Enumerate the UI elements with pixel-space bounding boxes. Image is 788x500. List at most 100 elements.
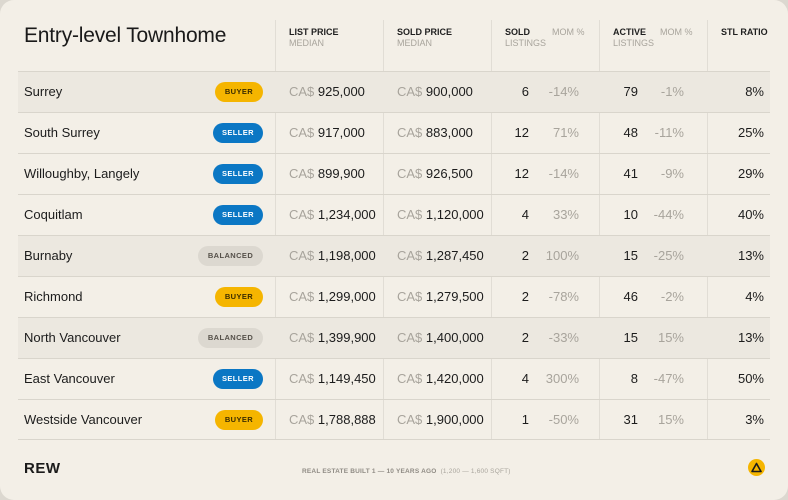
data-table: Surrey BUYER CA$ 925,000 CA$ 900,000 6 -… — [18, 71, 770, 440]
header-active-label: ACTIVE — [613, 27, 647, 37]
table-row: Westside Vancouver BUYER CA$ 1,788,888 C… — [18, 399, 770, 440]
currency-label: CA$ — [289, 330, 315, 345]
sold-price: CA$ 1,120,000 — [397, 195, 484, 234]
stl-ratio: 8% — [745, 84, 764, 99]
city-name: Burnaby — [24, 248, 73, 263]
header-list-price-label: LIST PRICE — [289, 27, 339, 37]
sold-count: 2 — [521, 289, 529, 304]
list-price-value: 917,000 — [317, 125, 365, 140]
sold-mom: -78% — [548, 289, 579, 304]
active-count: 48 — [623, 125, 638, 140]
header-active-sub: LISTINGS — [613, 38, 655, 48]
market-badge: SELLER — [213, 164, 263, 184]
list-price-value: 1,234,000 — [317, 207, 376, 222]
sold-mom: 100% — [545, 248, 579, 263]
city-name: Surrey — [24, 84, 63, 99]
header-sold-price-sub: MEDIAN — [397, 38, 433, 48]
sold-price-value: 1,120,000 — [425, 207, 484, 222]
market-badge: SELLER — [213, 205, 263, 225]
sold-price: CA$ 926,500 — [397, 154, 473, 193]
list-price: CA$ 1,399,900 — [289, 318, 376, 357]
sold-price: CA$ 1,287,450 — [397, 236, 484, 275]
list-price-value: 899,900 — [317, 166, 365, 181]
currency-label: CA$ — [289, 166, 315, 181]
sold-price: CA$ 1,279,500 — [397, 277, 484, 316]
city-name: Coquitlam — [24, 207, 83, 222]
sold-price-value: 926,500 — [425, 166, 473, 181]
stl-ratio: 13% — [737, 248, 764, 263]
footer-note-bold: REAL ESTATE BUILT 1 — 10 YEARS AGO — [302, 468, 437, 475]
list-price: CA$ 917,000 — [289, 113, 365, 152]
market-badge: BUYER — [215, 82, 263, 102]
sold-count: 12 — [514, 166, 529, 181]
city-name: Westside Vancouver — [24, 412, 143, 427]
stl-ratio: 29% — [737, 166, 764, 181]
active-count: 41 — [623, 166, 638, 181]
list-price: CA$ 1,234,000 — [289, 195, 376, 234]
sold-price-value: 1,279,500 — [425, 289, 484, 304]
list-price: CA$ 925,000 — [289, 72, 365, 111]
currency-label: CA$ — [289, 289, 315, 304]
sold-price-value: 1,420,000 — [425, 371, 484, 386]
currency-label: CA$ — [289, 248, 315, 263]
table-row: Coquitlam SELLER CA$ 1,234,000 CA$ 1,120… — [18, 194, 770, 235]
triangle-glyph — [751, 462, 762, 473]
sold-price-value: 1,287,450 — [425, 248, 484, 263]
list-price-value: 1,198,000 — [317, 248, 376, 263]
townhome-card: Entry-level Townhome LIST PRICE MEDIAN S… — [0, 0, 788, 500]
currency-label: CA$ — [397, 371, 423, 386]
currency-label: CA$ — [289, 84, 315, 99]
header-sold-price-label: SOLD PRICE — [397, 27, 453, 37]
header-sold-mom: MOM % — [552, 27, 585, 37]
header-sold-price: SOLD PRICE MEDIAN — [397, 27, 452, 49]
sold-count: 4 — [521, 371, 529, 386]
list-price-value: 1,399,900 — [317, 330, 376, 345]
footer-note-light: (1,200 — 1,600 SQFT) — [440, 468, 511, 475]
currency-label: CA$ — [289, 412, 315, 427]
active-mom: -25% — [653, 248, 684, 263]
currency-label: CA$ — [397, 330, 423, 345]
list-price: CA$ 899,900 — [289, 154, 365, 193]
currency-label: CA$ — [397, 207, 423, 222]
sold-price: CA$ 1,900,000 — [397, 400, 484, 439]
list-price-value: 925,000 — [317, 84, 365, 99]
sold-price: CA$ 883,000 — [397, 113, 473, 152]
sold-count: 12 — [514, 125, 529, 140]
active-mom: -44% — [653, 207, 684, 222]
stl-ratio: 4% — [745, 289, 764, 304]
list-price: CA$ 1,149,450 — [289, 359, 376, 398]
sold-mom: 71% — [552, 125, 579, 140]
header-sold-label: SOLD — [505, 27, 531, 37]
city-name: South Surrey — [24, 125, 100, 140]
stl-ratio: 13% — [737, 330, 764, 345]
sold-mom: -33% — [548, 330, 579, 345]
active-mom: -1% — [660, 84, 684, 99]
sold-price: CA$ 1,420,000 — [397, 359, 484, 398]
market-badge: BUYER — [215, 287, 263, 307]
warning-triangle-icon — [748, 459, 765, 476]
stl-ratio: 50% — [737, 371, 764, 386]
table-row: Richmond BUYER CA$ 1,299,000 CA$ 1,279,5… — [18, 276, 770, 317]
sold-price-value: 883,000 — [425, 125, 473, 140]
table-row: East Vancouver SELLER CA$ 1,149,450 CA$ … — [18, 358, 770, 399]
currency-label: CA$ — [397, 289, 423, 304]
footer-note: REAL ESTATE BUILT 1 — 10 YEARS AGO (1,20… — [302, 468, 511, 475]
active-mom: -11% — [654, 125, 684, 140]
city-name: Richmond — [24, 289, 83, 304]
stl-ratio: 25% — [737, 125, 764, 140]
list-price: CA$ 1,788,888 — [289, 400, 376, 439]
active-mom: -9% — [660, 166, 684, 181]
currency-label: CA$ — [397, 248, 423, 263]
sold-count: 2 — [521, 248, 529, 263]
list-price-value: 1,149,450 — [317, 371, 376, 386]
list-price: CA$ 1,198,000 — [289, 236, 376, 275]
active-count: 10 — [623, 207, 638, 222]
rew-logo: REW — [24, 460, 61, 477]
active-count: 79 — [623, 84, 638, 99]
market-badge: SELLER — [213, 123, 263, 143]
active-count: 15 — [623, 330, 638, 345]
stl-ratio: 3% — [745, 412, 764, 427]
currency-label: CA$ — [289, 207, 315, 222]
sold-count: 2 — [521, 330, 529, 345]
sold-count: 6 — [521, 84, 529, 99]
